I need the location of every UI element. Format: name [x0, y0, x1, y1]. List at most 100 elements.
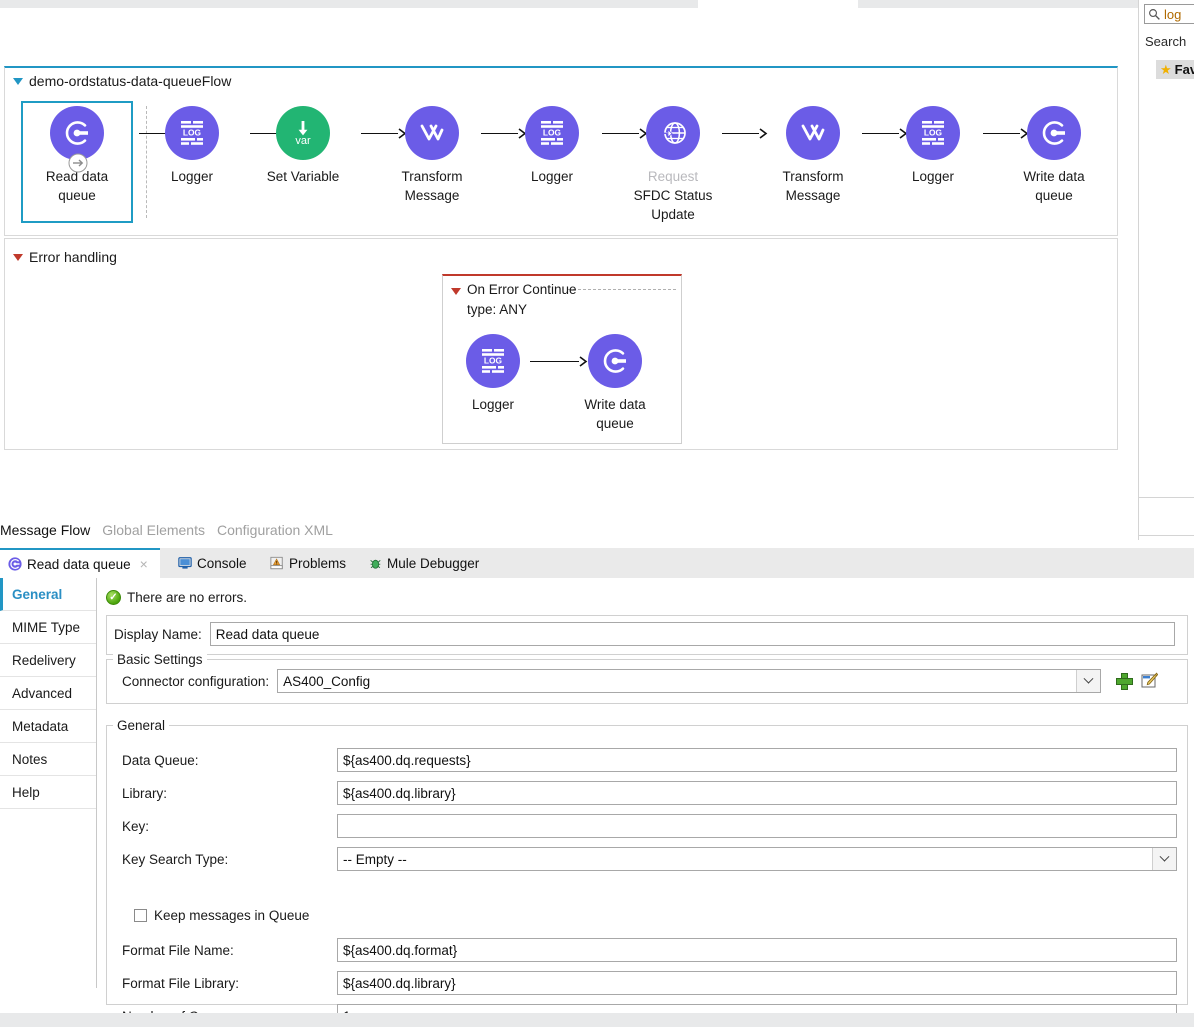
tab-mule-debugger[interactable]: Mule Debugger [360, 548, 487, 578]
connector-config-label: Connector configuration: [122, 673, 270, 689]
status-bar-cropped [0, 1013, 1194, 1027]
keep-messages-checkbox-row[interactable]: Keep messages in Queue [134, 908, 309, 923]
problems-icon [270, 556, 283, 570]
flow-node-transform-message[interactable]: Transform Message [372, 106, 492, 205]
flow-node-label: Set Variable [266, 169, 340, 184]
error-handling-title: Error handling [29, 249, 117, 265]
basic-settings-title: Basic Settings [113, 652, 207, 667]
error-node-logger[interactable]: LOG Logger [433, 334, 553, 414]
search-icon [1149, 8, 1160, 20]
key-search-type-select[interactable]: -- Empty -- [337, 847, 1177, 871]
display-name-label: Display Name: [114, 626, 202, 642]
svg-text:LOG: LOG [924, 128, 942, 138]
format-file-name-input[interactable]: ${as400.dq.format} [337, 938, 1177, 962]
library-label: Library: [122, 785, 168, 801]
set-variable-icon: var [276, 106, 330, 160]
side-tab-help[interactable]: Help [0, 776, 96, 809]
palette-divider [1139, 497, 1194, 498]
flow-node-set-variable[interactable]: var Set Variable [243, 106, 363, 186]
validation-status-text: There are no errors. [127, 590, 248, 605]
field-row-data-queue: Data Queue: ${as400.dq.requests} [122, 748, 1177, 772]
format-file-name-label: Format File Name: [122, 942, 234, 958]
mule-debugger-icon [370, 559, 381, 569]
data-queue-label: Data Queue: [122, 752, 199, 768]
side-tab-general[interactable]: General [0, 578, 96, 611]
format-file-library-input[interactable]: ${as400.dq.library} [337, 971, 1177, 995]
flow-node-label: Request SFDC Status Update [633, 169, 713, 222]
data-queue-input[interactable]: ${as400.dq.requests} [337, 748, 1177, 772]
flow-canvas[interactable]: demo-ordstatus-data-queueFlow Read data … [0, 12, 1138, 540]
on-error-scope-type: type: ANY [467, 302, 528, 317]
flow-node-transform-message[interactable]: Transform Message [753, 106, 873, 205]
error-handling-container[interactable]: Error handling On Error Continue type: A… [4, 238, 1118, 450]
palette-favorites-item[interactable]: ★ Fav [1156, 60, 1194, 79]
edit-pencil-icon [1141, 672, 1159, 688]
key-label: Key: [122, 818, 150, 834]
flow-node-logger[interactable]: LOG Logger [132, 106, 252, 186]
tab-label: Mule Debugger [387, 555, 480, 571]
validation-status: ✓ There are no errors. [106, 590, 247, 605]
side-tab-mime-type[interactable]: MIME Type [0, 611, 96, 644]
on-error-scope-header[interactable]: On Error Continue type: ANY [451, 280, 577, 320]
flow-node-logger[interactable]: LOG Logger [873, 106, 993, 186]
on-error-continue-scope[interactable]: On Error Continue type: ANY LOG Logger W… [442, 274, 682, 444]
flow-node-label: Transform Message [401, 169, 463, 203]
side-tab-metadata[interactable]: Metadata [0, 710, 96, 743]
transform-message-icon [786, 106, 840, 160]
tab-problems[interactable]: Problems [262, 548, 354, 578]
properties-panel: Read data queue × Console Problems Mule … [0, 540, 1194, 1027]
on-error-scope-text: On Error Continue type: ANY [467, 280, 577, 320]
display-name-input[interactable]: Read data queue [209, 622, 1175, 646]
flow-node-label: Transform Message [782, 169, 844, 203]
error-node-write-data-queue[interactable]: Write data queue [555, 334, 675, 433]
side-tab-notes[interactable]: Notes [0, 743, 96, 776]
on-error-scope-title: On Error Continue [467, 282, 577, 297]
triangle-down-icon[interactable] [13, 253, 23, 261]
tab-console[interactable]: Console [170, 548, 255, 578]
tab-label: Read data queue [27, 556, 131, 572]
http-request-icon [646, 106, 700, 160]
side-tab-redelivery[interactable]: Redelivery [0, 644, 96, 677]
flow-node-logger[interactable]: LOG Logger [492, 106, 612, 186]
side-tab-advanced[interactable]: Advanced [0, 677, 96, 710]
success-check-icon: ✓ [106, 590, 121, 605]
logger-icon: LOG [165, 106, 219, 160]
connector-config-select[interactable]: AS400_Config [277, 669, 1102, 693]
logger-icon: LOG [466, 334, 520, 388]
chevron-down-icon[interactable] [1076, 670, 1101, 692]
keep-messages-checkbox[interactable] [134, 909, 147, 922]
tab-chip[interactable] [0, 0, 698, 8]
tab-configuration-xml[interactable]: Configuration XML [217, 522, 333, 538]
tab-global-elements[interactable]: Global Elements [102, 522, 205, 538]
error-handling-header[interactable]: Error handling [13, 249, 117, 265]
data-queue-write-icon [588, 334, 642, 388]
tab-message-flow[interactable]: Message Flow [0, 522, 90, 538]
field-row-format-file-name: Format File Name: ${as400.dq.format} [122, 938, 1177, 962]
transform-message-icon [405, 106, 459, 160]
flow-container[interactable]: demo-ordstatus-data-queueFlow Read data … [4, 66, 1118, 236]
tab-chip[interactable] [858, 0, 1138, 8]
field-row-key-search-type: Key Search Type: -- Empty -- [122, 847, 1177, 871]
palette-favorites-label: Fav [1174, 62, 1194, 77]
field-row-library: Library: ${as400.dq.library} [122, 781, 1177, 805]
flow-node-write-data-queue[interactable]: Write data queue [994, 106, 1114, 205]
flow-node-http-request[interactable]: Request SFDC Status Update [613, 106, 733, 224]
key-input[interactable] [337, 814, 1177, 838]
add-config-button[interactable] [1115, 672, 1133, 690]
data-queue-write-icon [1027, 106, 1081, 160]
keep-messages-label: Keep messages in Queue [154, 908, 310, 923]
flow-node-label: Logger [170, 169, 214, 184]
triangle-down-icon[interactable] [451, 288, 461, 295]
palette-search-input[interactable]: log [1144, 4, 1194, 24]
properties-side-tabs: General MIME Type Redelivery Advanced Me… [0, 578, 97, 988]
edit-config-button[interactable] [1141, 672, 1159, 690]
svg-text:LOG: LOG [183, 128, 201, 138]
library-input[interactable]: ${as400.dq.library} [337, 781, 1177, 805]
editor-view-tabs: Message Flow Global Elements Configurati… [0, 517, 1138, 540]
connector-config-value: AS400_Config [283, 673, 371, 689]
close-icon[interactable]: × [140, 556, 148, 572]
star-icon: ★ [1160, 61, 1172, 77]
chevron-down-icon[interactable] [1152, 848, 1176, 870]
console-icon [178, 557, 192, 569]
tab-read-data-queue[interactable]: Read data queue × [0, 548, 160, 578]
